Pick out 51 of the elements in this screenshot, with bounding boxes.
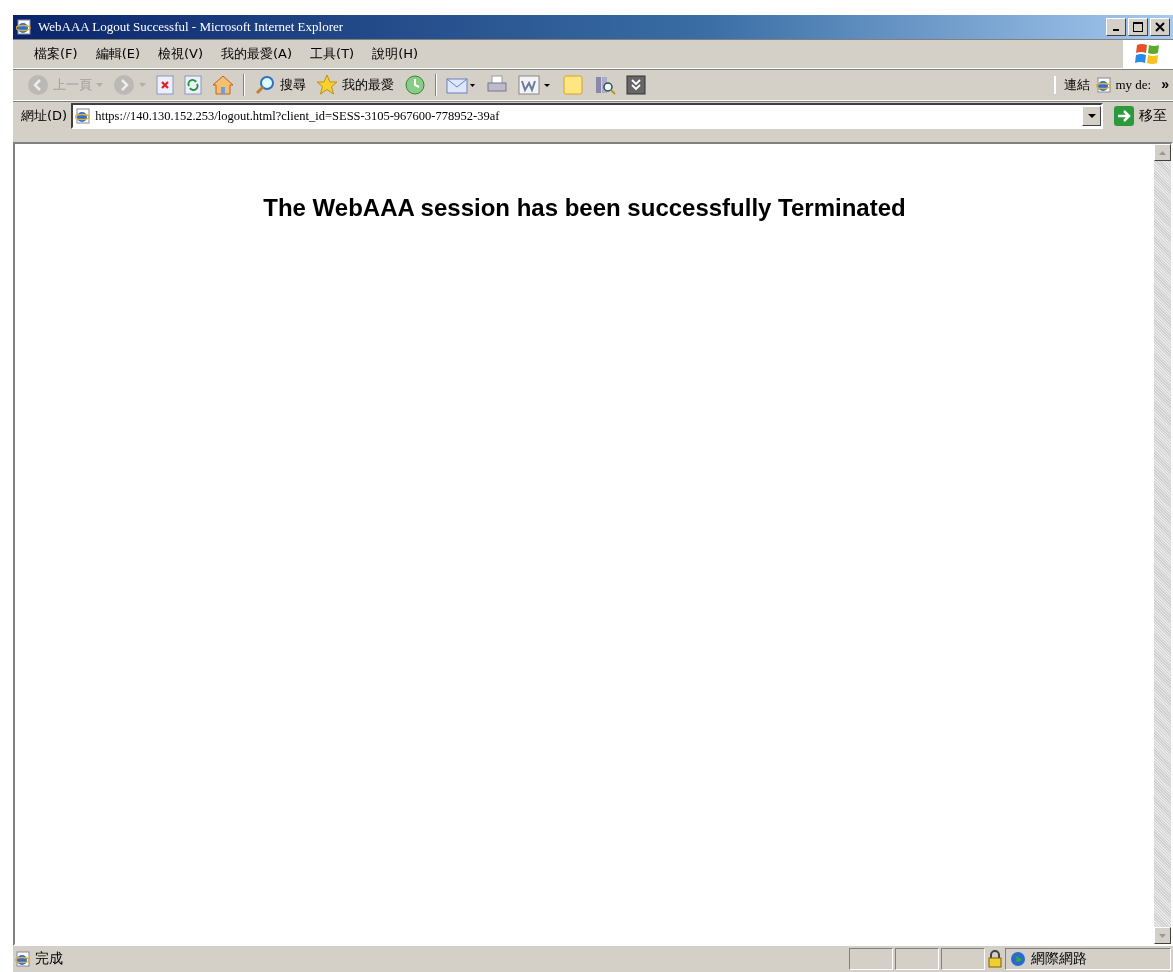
browser-icon bbox=[16, 19, 32, 35]
status-pane bbox=[895, 948, 939, 970]
favorites-button[interactable]: 我的最愛 bbox=[312, 72, 398, 98]
expand-icon bbox=[626, 75, 646, 95]
caret-icon bbox=[96, 83, 103, 87]
note-icon bbox=[562, 74, 584, 96]
refresh-icon bbox=[184, 75, 202, 95]
star-icon bbox=[316, 74, 338, 96]
status-pane bbox=[941, 948, 985, 970]
padlock-icon bbox=[987, 950, 1003, 968]
close-button[interactable] bbox=[1150, 18, 1170, 36]
dropdown-button[interactable] bbox=[1082, 106, 1101, 126]
search-icon bbox=[254, 74, 276, 96]
caret-icon bbox=[1087, 114, 1096, 118]
menu-item[interactable]: 說明(H) bbox=[363, 43, 428, 65]
scrollbar[interactable] bbox=[1154, 144, 1171, 944]
caret-icon bbox=[139, 83, 146, 87]
scroll-down-icon[interactable] bbox=[1159, 933, 1166, 938]
url-field[interactable]: https://140.130.152.253/logout.html?client_id=SESS-3105-967600-778952-39af bbox=[95, 108, 1078, 124]
minimize-button[interactable] bbox=[1106, 18, 1126, 36]
page-icon bbox=[1096, 77, 1113, 93]
address-bar[interactable]: https://140.130.152.253/logout.html?client_id=SESS-3105-967600-778952-39af bbox=[71, 103, 1103, 129]
menu-item[interactable]: 我的最愛(A) bbox=[212, 43, 302, 65]
search-button[interactable]: 搜尋 bbox=[250, 72, 310, 98]
links-label: 連結 bbox=[1064, 76, 1091, 94]
page-icon bbox=[75, 108, 92, 124]
minimize-icon bbox=[1113, 29, 1119, 31]
maximize-button[interactable] bbox=[1128, 18, 1148, 36]
history-icon bbox=[404, 74, 426, 96]
chevron-button[interactable]: » bbox=[1157, 76, 1173, 92]
menu-item[interactable]: 編輯(E) bbox=[86, 43, 149, 65]
stop-icon bbox=[156, 75, 174, 95]
page-heading: The WebAAA session has been successfully Terminated bbox=[263, 194, 906, 222]
maximize-icon bbox=[1133, 22, 1143, 32]
research-icon bbox=[594, 74, 616, 96]
go-button[interactable]: 移至 bbox=[1107, 105, 1173, 127]
page-icon bbox=[15, 951, 31, 967]
document-icon bbox=[518, 74, 552, 96]
house-icon bbox=[212, 74, 234, 96]
zone-text: 網際網路 bbox=[1031, 950, 1087, 968]
globe-icon bbox=[1010, 951, 1026, 967]
link-item[interactable]: my de: bbox=[1096, 77, 1152, 93]
window-title: WebAAA Logout Successful - Microsoft Internet Explorer bbox=[38, 19, 345, 35]
close-icon bbox=[1155, 22, 1165, 32]
scroll-up-icon[interactable] bbox=[1159, 150, 1166, 155]
menu-item[interactable]: 檢視(V) bbox=[149, 43, 213, 65]
menu-item[interactable]: 檔案(F) bbox=[25, 43, 87, 65]
address-label: 網址(D) bbox=[21, 107, 68, 125]
status-pane bbox=[849, 948, 893, 970]
menu-item[interactable]: 工具(T) bbox=[301, 43, 364, 65]
status-text: 完成 bbox=[35, 950, 63, 968]
